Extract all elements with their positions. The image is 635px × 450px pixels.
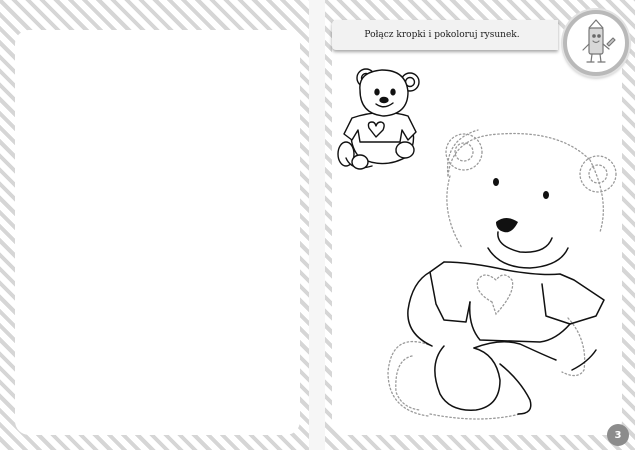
- crayon-character-icon: [582, 19, 616, 63]
- instruction-text: Połącz kropki i pokoloruj rysunek.: [364, 30, 520, 40]
- right-worksheet-page: [332, 30, 622, 435]
- page-number: 3: [614, 429, 622, 441]
- left-blank-page: [15, 30, 300, 435]
- instruction-banner: Połącz kropki i pokoloruj rysunek.: [332, 20, 558, 50]
- crayon-character-badge: [563, 10, 629, 76]
- page-number-badge: 3: [607, 424, 629, 446]
- book-spine: [309, 0, 325, 450]
